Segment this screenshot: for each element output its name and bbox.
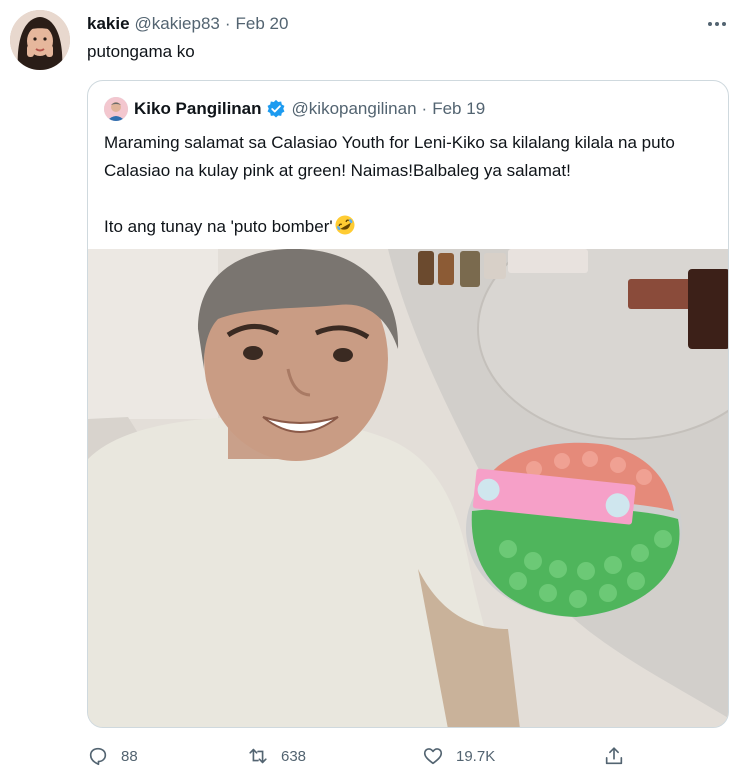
share-button[interactable]: [603, 745, 637, 767]
author-name[interactable]: kakie: [87, 14, 130, 34]
quoted-tweet-text: Maraming salamat sa Calasiao Youth for L…: [104, 129, 714, 241]
quoted-tweet-date[interactable]: Feb 19: [432, 99, 485, 119]
quoted-text-paragraph-2: Ito ang tunay na 'puto bomber': [104, 213, 714, 241]
quoted-tweet-photo[interactable]: [88, 249, 728, 727]
quoted-author-name[interactable]: Kiko Pangilinan: [134, 99, 262, 119]
quoted-author-handle[interactable]: @kikopangilinan: [292, 99, 417, 119]
quoted-text-line-2: Ito ang tunay na 'puto bomber': [104, 217, 333, 236]
reply-button[interactable]: 88: [87, 745, 138, 767]
like-button[interactable]: 19.7K: [422, 745, 495, 767]
heart-icon: [423, 748, 443, 765]
tweet-header: kakie @kakiep83 · Feb 20: [87, 14, 288, 34]
quoted-tweet[interactable]: Kiko Pangilinan @kikopangilinan · Feb 19…: [87, 80, 729, 728]
reply-icon: [89, 747, 107, 766]
verified-badge-icon: [266, 99, 286, 119]
tweet[interactable]: kakie @kakiep83 · Feb 20 putongama ko Ki…: [0, 0, 750, 781]
avatar[interactable]: [10, 10, 70, 70]
rolling-on-floor-laughing-emoji-icon: [334, 214, 356, 236]
quoted-text-paragraph-1: Maraming salamat sa Calasiao Youth for L…: [104, 133, 675, 180]
retweet-icon: [249, 748, 267, 764]
separator-dot: ·: [421, 99, 428, 118]
retweet-button[interactable]: 638: [247, 745, 306, 767]
more-options-icon[interactable]: [703, 12, 731, 36]
author-handle[interactable]: @kakiep83: [135, 14, 220, 34]
separator-dot: ·: [224, 14, 231, 33]
quoted-tweet-header: Kiko Pangilinan @kikopangilinan · Feb 19: [104, 97, 485, 121]
retweet-count: 638: [281, 747, 307, 765]
tweet-text: putongama ko: [87, 42, 195, 61]
like-count: 19.7K: [456, 747, 496, 765]
quoted-avatar[interactable]: [104, 97, 128, 121]
reply-count: 88: [121, 747, 138, 765]
tweet-actions: 88 638 19.7K: [87, 745, 647, 775]
tweet-date[interactable]: Feb 20: [236, 14, 289, 34]
share-icon: [605, 747, 623, 765]
